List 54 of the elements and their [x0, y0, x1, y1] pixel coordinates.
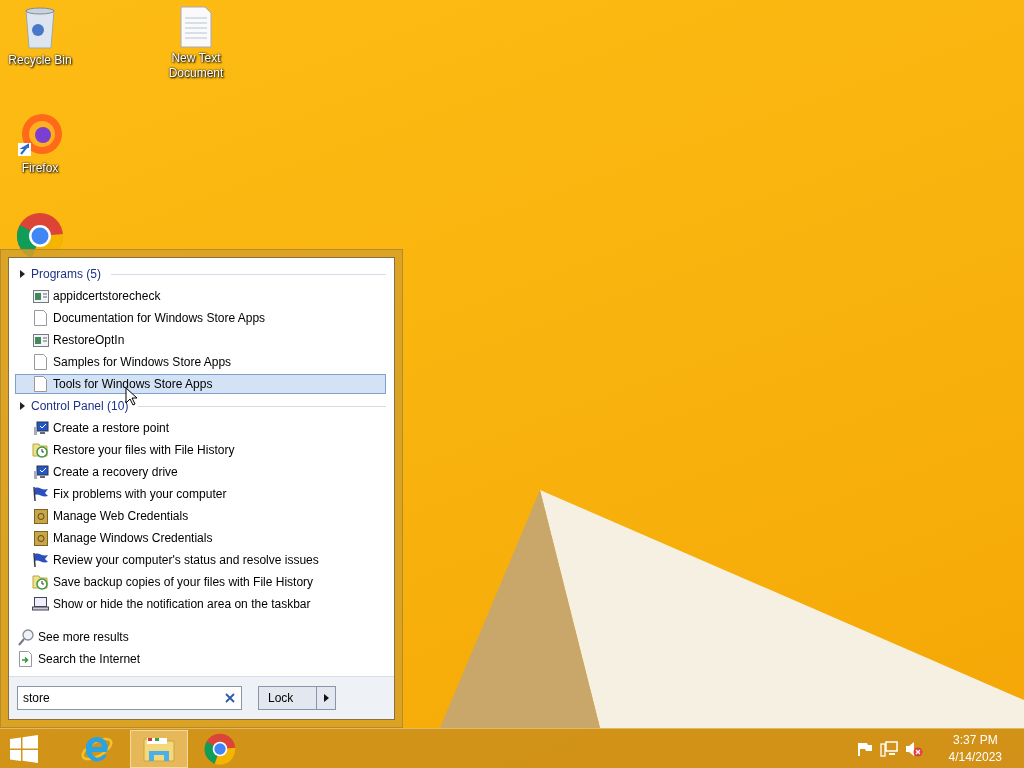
- document-icon: [34, 354, 47, 370]
- shortcut-label: Recycle Bin: [7, 53, 73, 68]
- clock-time: 3:37 PM: [952, 731, 998, 749]
- search-icon: [17, 628, 34, 646]
- monitor-icon: [32, 420, 49, 436]
- search-result[interactable]: Documentation for Windows Store Apps: [15, 308, 386, 328]
- text-document-icon: [179, 6, 213, 48]
- result-link[interactable]: Search the Internet: [15, 648, 386, 670]
- flag-icon: [32, 486, 49, 502]
- search-result[interactable]: Review your computer's status and resolve issues: [15, 550, 386, 570]
- vault-icon: [33, 530, 48, 546]
- flag-icon[interactable]: [856, 741, 873, 756]
- clock-folder-icon: [32, 442, 49, 458]
- group-heading[interactable]: Control Panel (10): [31, 399, 129, 413]
- expand-arrow-icon[interactable]: [20, 270, 25, 278]
- laptop-icon: [32, 597, 49, 611]
- group-heading[interactable]: Programs (5): [31, 267, 101, 281]
- document-icon: [34, 376, 47, 392]
- search-result[interactable]: Fix problems with your computer: [15, 484, 386, 504]
- recycle-bin-icon: [22, 6, 58, 50]
- search-result[interactable]: Restore your files with File History: [15, 440, 386, 460]
- program-window-icon: [32, 333, 49, 347]
- chrome-icon: [204, 732, 236, 765]
- program-window-icon: [32, 289, 49, 303]
- search-result[interactable]: RestoreOptIn: [15, 330, 386, 350]
- search-field[interactable]: store: [17, 686, 242, 710]
- shortcut-label: Firefox: [20, 161, 60, 176]
- search-result[interactable]: Manage Web Credentials: [15, 506, 386, 526]
- network-icon[interactable]: [879, 740, 898, 757]
- search-result[interactable]: Show or hide the notification area on the taskbar: [15, 594, 386, 614]
- search-result[interactable]: Tools for Windows Store Apps: [15, 374, 386, 394]
- caret-icon: [323, 694, 329, 702]
- page-arrow-icon: [19, 651, 32, 667]
- vault-icon: [33, 508, 48, 524]
- clear-icon[interactable]: [224, 692, 236, 704]
- muted-speaker-icon[interactable]: [904, 740, 923, 757]
- clock-date: 4/14/2023: [948, 748, 1002, 766]
- search-result[interactable]: Manage Windows Credentials: [15, 528, 386, 548]
- lock-button[interactable]: Lock: [258, 686, 317, 710]
- taskbar-button[interactable]: [130, 729, 188, 768]
- result-link[interactable]: See more results: [15, 626, 386, 648]
- windows-logo-icon: [10, 734, 38, 763]
- search-result[interactable]: Create a recovery drive: [15, 462, 386, 482]
- flag-icon: [32, 552, 49, 568]
- search-result[interactable]: Create a restore point: [15, 418, 386, 438]
- search-result[interactable]: Save backup copies of your files with File History: [15, 572, 386, 592]
- power-options-button[interactable]: [317, 686, 336, 710]
- clock-folder-icon: [32, 574, 49, 590]
- document-icon: [34, 310, 47, 326]
- expand-arrow-icon[interactable]: [20, 402, 25, 410]
- monitor-icon: [32, 464, 49, 480]
- search-result[interactable]: appidcertstorecheck: [15, 286, 386, 306]
- search-result[interactable]: Samples for Windows Store Apps: [15, 352, 386, 372]
- shortcut-label: New Text Document: [167, 51, 225, 81]
